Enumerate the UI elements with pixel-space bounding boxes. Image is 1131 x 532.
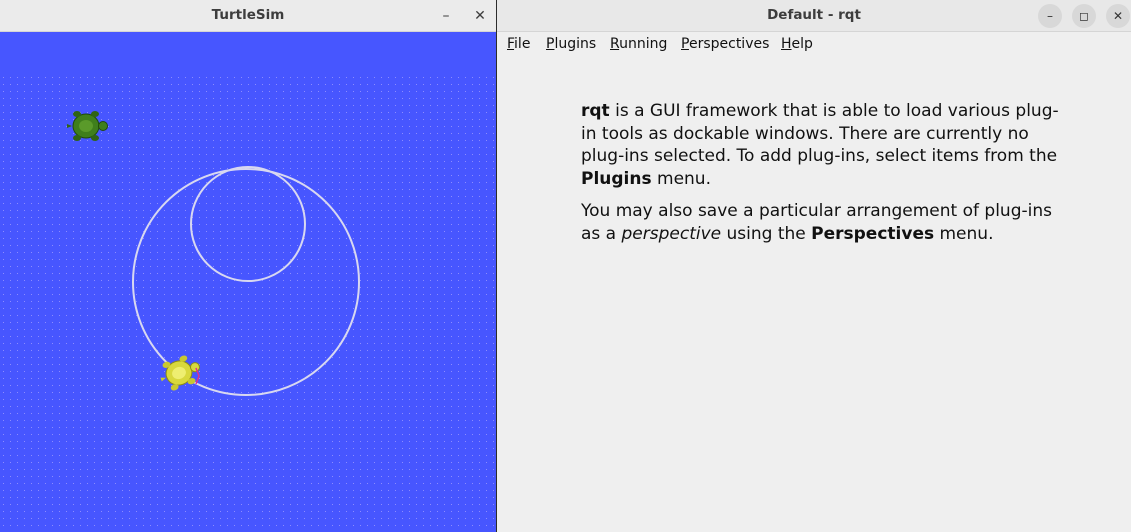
- menu-label: elp: [791, 36, 813, 52]
- menu-mnemonic: R: [610, 36, 620, 52]
- intro-paragraph-2: You may also save a particular arrangeme…: [581, 200, 1061, 245]
- menu-file[interactable]: File: [507, 35, 530, 53]
- rqt-window: Default - rqt – ◻ ✕ File Plugins Running…: [497, 0, 1131, 532]
- close-icon[interactable]: ✕: [1106, 4, 1130, 28]
- intro-paragraph-1: rqt is a GUI framework that is able to l…: [581, 100, 1061, 190]
- menu-mnemonic: P: [681, 36, 689, 52]
- menu-label: lugins: [554, 36, 597, 52]
- intro-text-span: using the: [721, 223, 812, 244]
- turtlesim-titlebar[interactable]: TurtleSim – ✕: [0, 0, 496, 32]
- menu-plugins[interactable]: Plugins: [546, 35, 596, 53]
- turtlesim-window: TurtleSim – ✕: [0, 0, 496, 532]
- intro-text-span: is a GUI framework that is able to load …: [581, 101, 1059, 166]
- maximize-icon[interactable]: ◻: [1072, 4, 1096, 28]
- perspectives-menu-ref: Perspectives: [811, 223, 935, 244]
- rqt-name: rqt: [581, 101, 610, 121]
- rqt-titlebar[interactable]: Default - rqt – ◻ ✕: [497, 0, 1131, 32]
- menu-running[interactable]: Running: [610, 35, 667, 53]
- intro-text-span: menu.: [651, 168, 711, 189]
- menu-label: ile: [514, 36, 531, 52]
- intro-text: rqt is a GUI framework that is able to l…: [581, 100, 1061, 255]
- plugins-menu-ref: Plugins: [581, 168, 652, 189]
- minimize-icon[interactable]: –: [1038, 4, 1062, 28]
- perspective-term: perspective: [621, 223, 722, 244]
- intro-text-span: menu.: [934, 223, 994, 244]
- menu-label: erspectives: [688, 36, 770, 52]
- menu-help[interactable]: Help: [781, 35, 813, 53]
- rqt-title: Default - rqt: [767, 7, 861, 23]
- turtlesim-canvas: [0, 32, 496, 532]
- menu-label: unning: [619, 36, 668, 52]
- close-icon[interactable]: ✕: [468, 4, 492, 28]
- canvas-dot-grid: [0, 72, 496, 532]
- menu-mnemonic: F: [507, 36, 515, 52]
- menu-mnemonic: H: [781, 36, 792, 52]
- turtlesim-title: TurtleSim: [211, 7, 285, 23]
- minimize-icon[interactable]: –: [434, 4, 458, 28]
- menu-perspectives[interactable]: Perspectives: [681, 35, 769, 53]
- menubar: File Plugins Running Perspectives Help: [497, 32, 1131, 56]
